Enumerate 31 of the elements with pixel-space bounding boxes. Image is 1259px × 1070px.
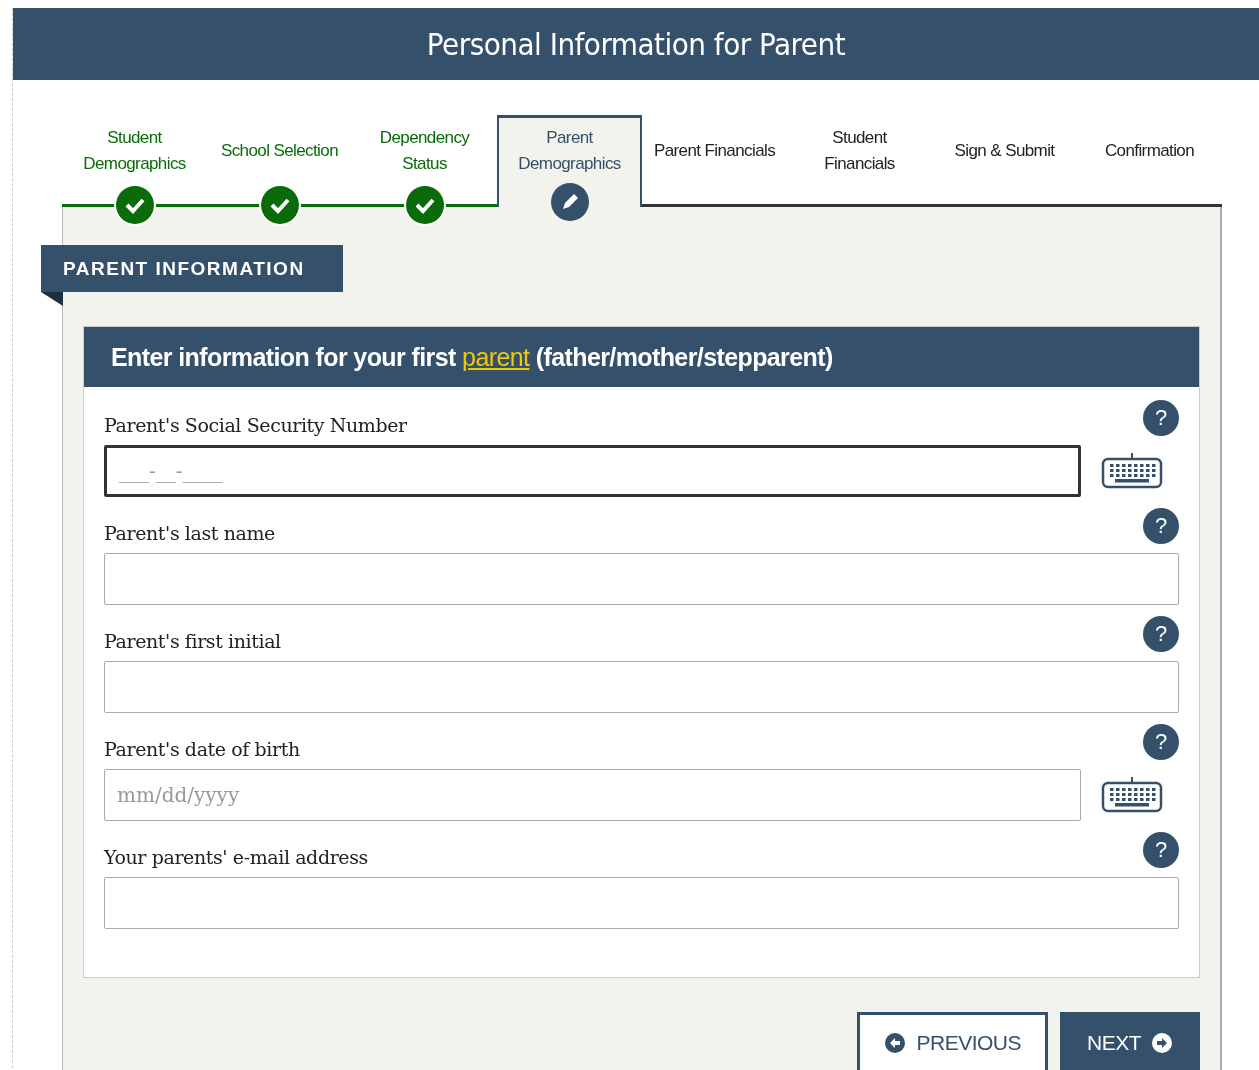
help-button[interactable]: ? <box>1143 724 1179 760</box>
input-field[interactable] <box>104 553 1179 605</box>
help-button[interactable]: ? <box>1143 616 1179 652</box>
field-label: Your parents' e-mail address <box>104 846 368 868</box>
progress-step[interactable]: Confirmation <box>1077 118 1222 228</box>
help-button[interactable]: ? <box>1143 400 1179 436</box>
field-label: Parent's date of birth <box>104 738 300 760</box>
input-field[interactable]: mm/dd/yyyy <box>104 769 1081 821</box>
help-button[interactable]: ? <box>1143 508 1179 544</box>
ribbon-fold <box>41 292 63 306</box>
arrow-left-icon <box>884 1032 907 1054</box>
keyboard-icon[interactable] <box>1101 451 1163 491</box>
page-title: Personal Information for Parent <box>13 8 1259 80</box>
pencil-icon <box>550 183 589 221</box>
input-field[interactable] <box>104 877 1179 929</box>
previous-button[interactable]: PREVIOUS <box>857 1012 1048 1070</box>
section-ribbon: PARENT INFORMATION <box>41 245 343 292</box>
progress-step[interactable]: Parent Financials <box>642 118 787 228</box>
field-label: Parent's first initial <box>104 630 281 652</box>
card-heading: Enter information for your first parent (father/mother/stepparent) <box>84 327 1199 387</box>
field-label: Parent's Social Security Number <box>104 414 407 436</box>
input-field[interactable]: ___-__-____ <box>104 445 1081 497</box>
arrow-right-icon <box>1151 1032 1173 1054</box>
next-button[interactable]: NEXT <box>1060 1012 1200 1070</box>
parent-link[interactable]: parent <box>462 342 530 372</box>
input-field[interactable] <box>104 661 1179 713</box>
keyboard-icon[interactable] <box>1101 775 1163 815</box>
progress-step[interactable]: Sign & Submit <box>932 118 1077 228</box>
help-button[interactable]: ? <box>1143 832 1179 868</box>
progress-step[interactable]: Student Financials <box>787 118 932 228</box>
field-label: Parent's last name <box>104 522 275 544</box>
